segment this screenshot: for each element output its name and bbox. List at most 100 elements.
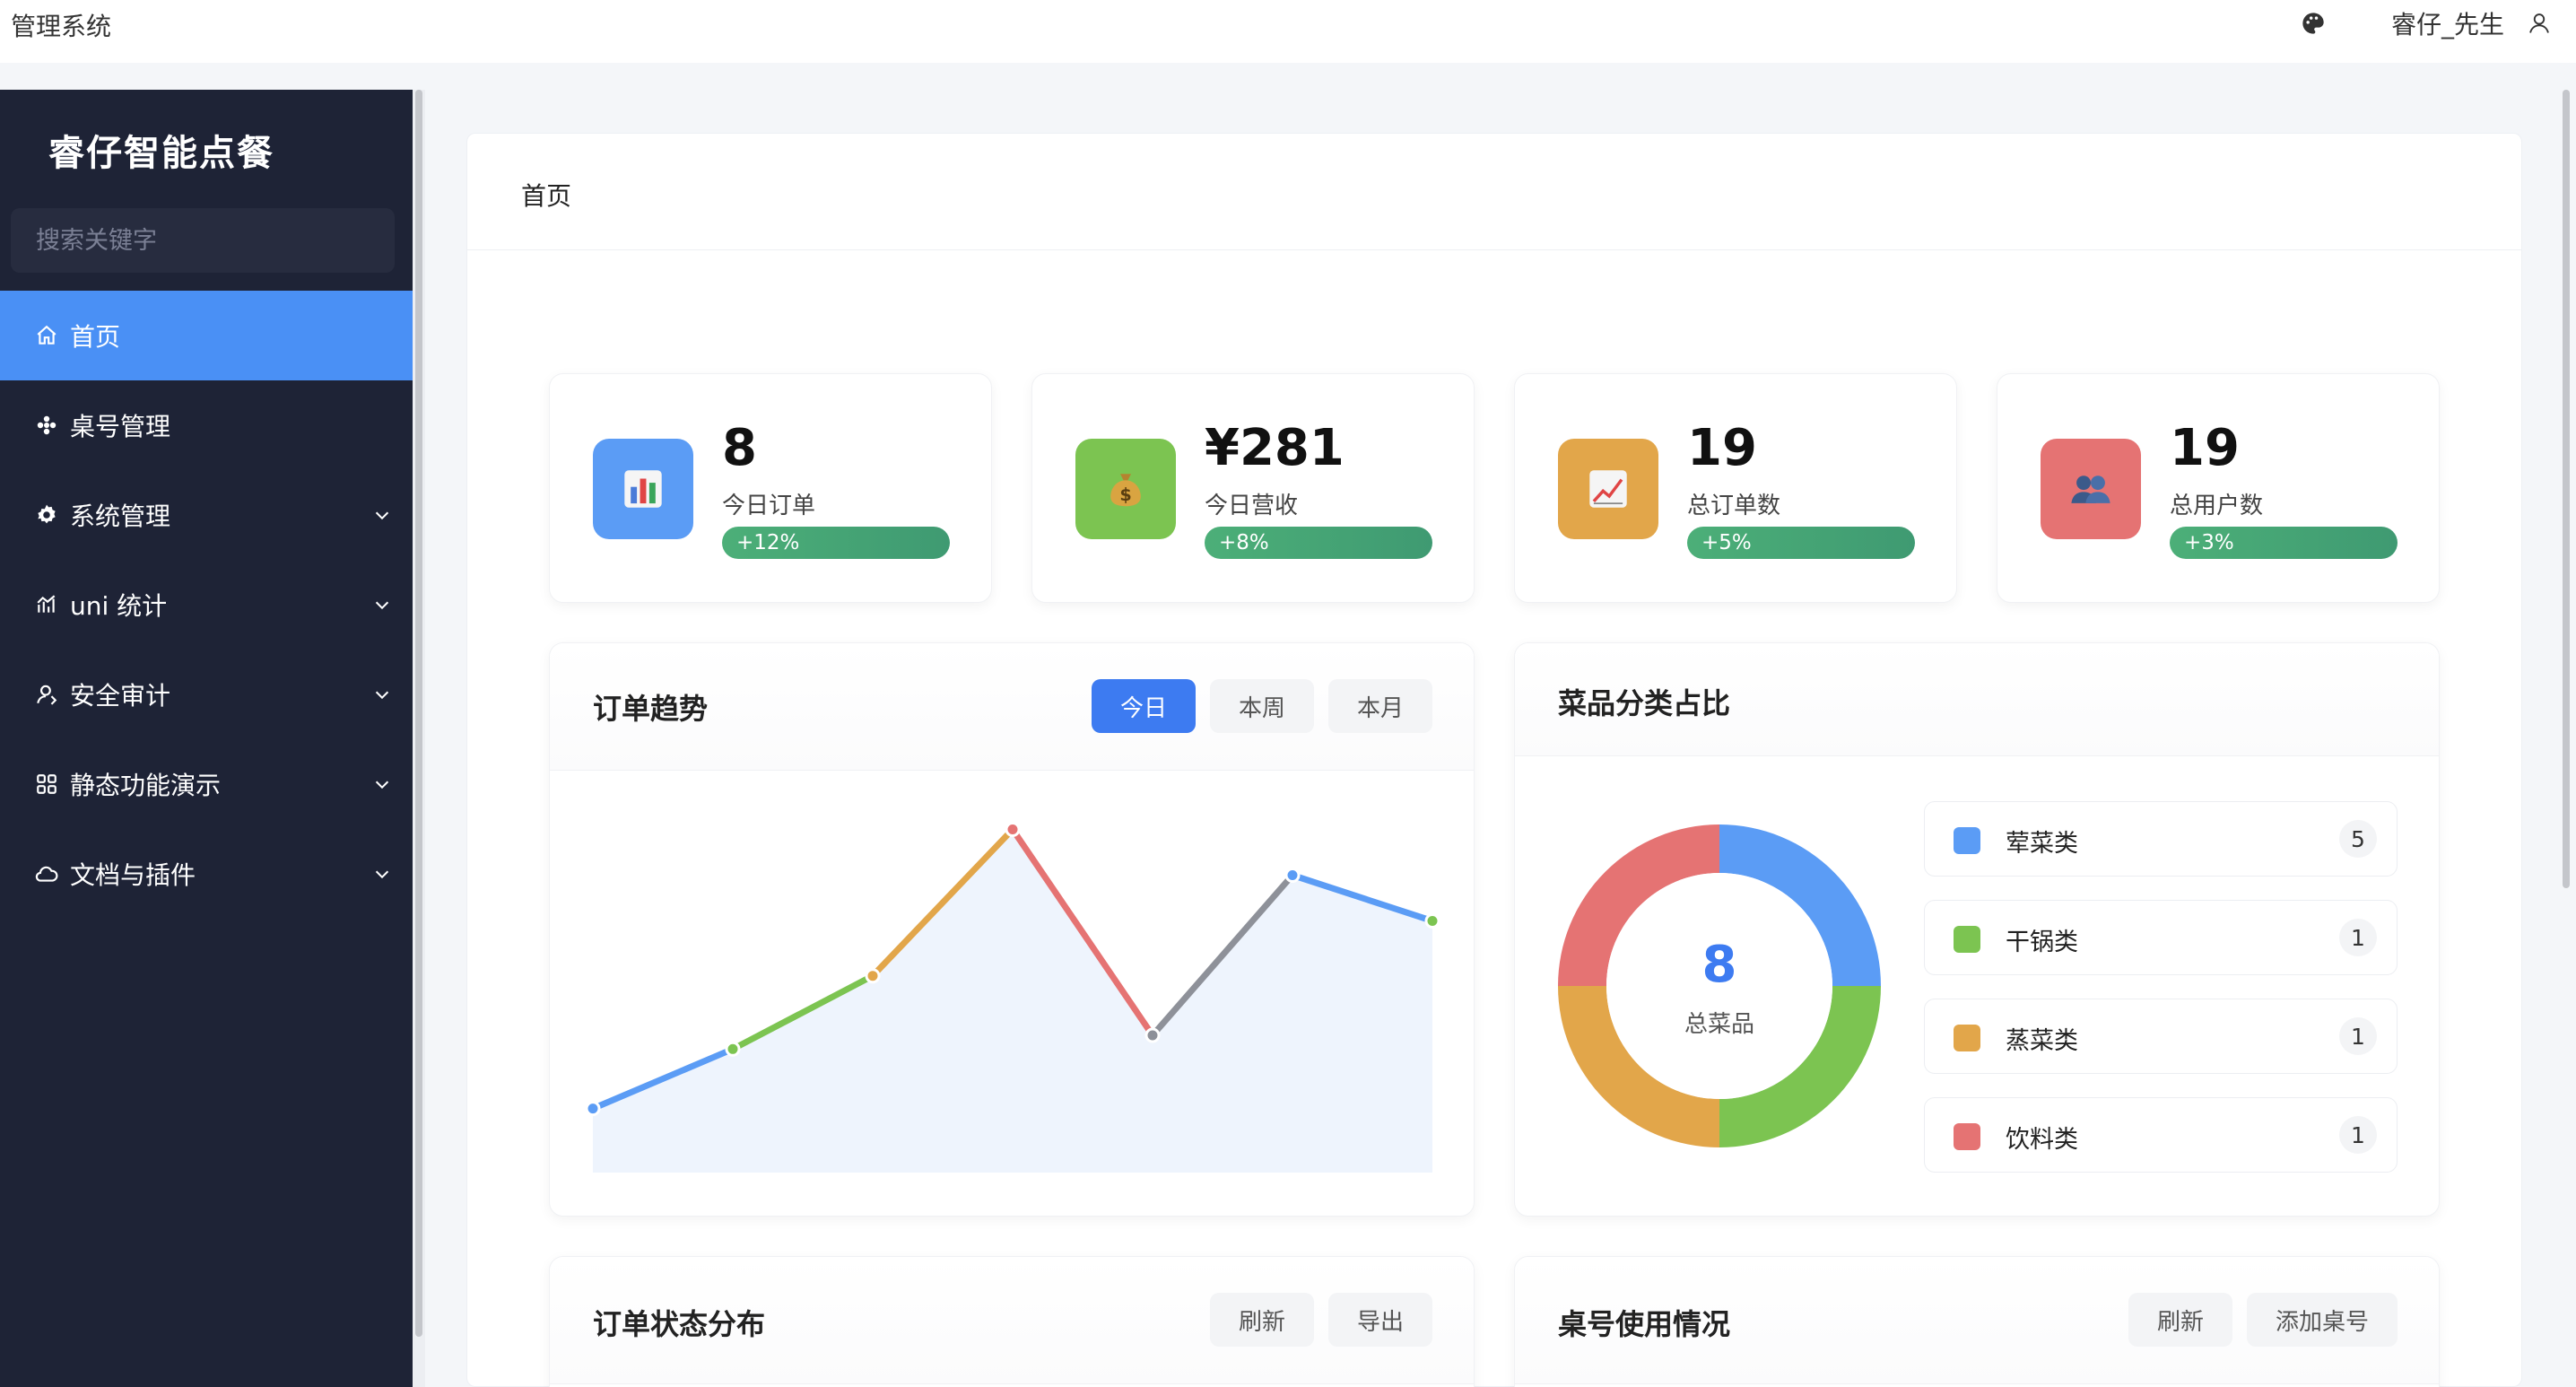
stat-trend-badge: +8% [1205,527,1432,559]
user-icon [34,682,59,707]
main-scrollbar-thumb[interactable] [2563,90,2570,888]
legend-swatch [1954,827,1980,854]
sidebar-item-label: 静态功能演示 [70,771,222,800]
sidebar: 睿仔智能点餐 首页 桌号管理 系统管理 uni 统计 安全审计 静态功能演示 [0,90,413,1387]
tab-today[interactable]: 今日 [1092,679,1196,733]
flower-icon [34,413,59,438]
stat-trend-badge: +5% [1687,527,1915,559]
tab-this-week[interactable]: 本周 [1210,679,1314,733]
stat-card-today-revenue: $ ¥281 今日营收 +8% [1031,373,1475,603]
grid-icon [34,772,59,797]
top-bar: 管理系统 睿仔_先生 [0,0,2576,63]
trend-data-point [865,968,881,984]
sidebar-item-label: 首页 [70,322,121,352]
legend-item[interactable]: 干锅类 1 [1924,900,2398,975]
legend-count: 5 [2339,820,2377,858]
sidebar-item-uni-stats[interactable]: uni 统计 [0,560,413,650]
users-icon [2041,439,2141,539]
money-bag-icon: $ [1075,439,1176,539]
chevron-down-icon[interactable] [370,502,395,528]
breadcrumb: 首页 [521,181,572,211]
topbar-right: 睿仔_先生 [2298,4,2554,43]
legend-count: 1 [2339,1017,2377,1055]
legend-swatch [1954,926,1980,953]
chevron-down-icon[interactable] [370,592,395,617]
sidebar-item-home[interactable]: 首页 [0,291,413,380]
refresh-button[interactable]: 刷新 [1210,1293,1314,1347]
category-share-title: 菜品分类占比 [1558,686,1731,720]
export-button[interactable]: 导出 [1328,1293,1432,1347]
sidebar-item-label: uni 统计 [70,591,168,621]
chevron-down-icon[interactable] [370,772,395,797]
stat-card-today-orders: 8 今日订单 +12% [549,373,992,603]
chevron-down-icon[interactable] [370,861,395,886]
stat-label: 总用户数 [2170,493,2264,519]
chart-icon [34,592,59,617]
order-trend-title: 订单趋势 [593,692,709,726]
donut-center-value: 8 [1701,936,1737,994]
sidebar-menu: 首页 桌号管理 系统管理 uni 统计 安全审计 静态功能演示 文档与插件 [0,291,413,919]
app-title: 管理系统 [11,12,112,41]
table-usage-title: 桌号使用情况 [1558,1307,1731,1341]
legend-name: 蒸菜类 [2006,1027,2078,1055]
legend-item[interactable]: 饮料类 1 [1924,1097,2398,1173]
legend-name: 荤菜类 [2006,830,2078,858]
sidebar-item-label: 安全审计 [70,681,171,711]
legend-count: 1 [2339,1116,2377,1154]
order-trend-card: 订单趋势 今日 本周 本月 [549,642,1475,1217]
home-icon [34,323,59,348]
order-trend-chart [585,822,1440,1173]
main-scrollbar[interactable] [2560,90,2572,1387]
legend-swatch [1954,1123,1980,1150]
chevron-down-icon[interactable] [370,682,395,707]
legend-name: 干锅类 [2006,929,2078,956]
order-status-title: 订单状态分布 [593,1307,766,1341]
order-status-card: 订单状态分布 刷新 导出 [549,1256,1475,1387]
refresh-button[interactable]: 刷新 [2128,1293,2232,1347]
donut-center-label: 总菜品 [1684,1011,1754,1038]
stat-value: ¥281 [1205,419,1345,477]
search-input[interactable] [11,208,395,273]
stat-trend-badge: +12% [722,527,950,559]
trend-data-point [725,1041,741,1057]
trend-data-point [1005,822,1021,837]
stat-label: 总订单数 [1687,493,1781,519]
legend-swatch [1954,1025,1980,1051]
sidebar-item-label: 桌号管理 [70,412,171,441]
stat-card-total-users: 19 总用户数 +3% [1997,373,2440,603]
table-usage-card: 桌号使用情况 刷新 添加桌号 [1514,1256,2440,1387]
tab-this-month[interactable]: 本月 [1328,679,1432,733]
trend-data-point [1144,1027,1161,1043]
svg-text:$: $ [1119,484,1131,505]
bar-chart-icon [593,439,693,539]
stat-label: 今日订单 [722,493,816,519]
legend-item[interactable]: 荤菜类 5 [1924,801,2398,877]
user-icon[interactable] [2524,8,2554,39]
sidebar-item-tables[interactable]: 桌号管理 [0,380,413,470]
panel-header: 首页 [467,134,2521,250]
sidebar-item-static-demo[interactable]: 静态功能演示 [0,739,413,829]
sidebar-item-security-audit[interactable]: 安全审计 [0,650,413,739]
sidebar-item-docs-plugins[interactable]: 文档与插件 [0,829,413,919]
gear-icon [34,502,59,528]
sidebar-scrollbar[interactable] [413,90,425,1387]
sidebar-scrollbar-thumb[interactable] [415,90,422,1337]
stat-card-total-orders: 19 总订单数 +5% [1514,373,1957,603]
cloud-icon [34,861,59,886]
stat-trend-badge: +3% [2170,527,2398,559]
trend-data-point [585,1101,601,1117]
stat-value: 19 [1687,419,1757,477]
user-name[interactable]: 睿仔_先生 [2391,5,2504,41]
trend-data-point [1284,868,1301,883]
palette-icon[interactable] [2298,8,2328,39]
stat-value: 8 [722,419,757,477]
stat-value: 19 [2170,419,2240,477]
sidebar-item-system[interactable]: 系统管理 [0,470,413,560]
sidebar-item-label: 文档与插件 [70,860,196,890]
trend-up-icon [1558,439,1658,539]
legend-name: 饮料类 [2006,1126,2078,1154]
sidebar-item-label: 系统管理 [70,502,171,531]
trend-data-point [1424,913,1440,929]
add-table-button[interactable]: 添加桌号 [2247,1293,2398,1347]
legend-item[interactable]: 蒸菜类 1 [1924,999,2398,1074]
